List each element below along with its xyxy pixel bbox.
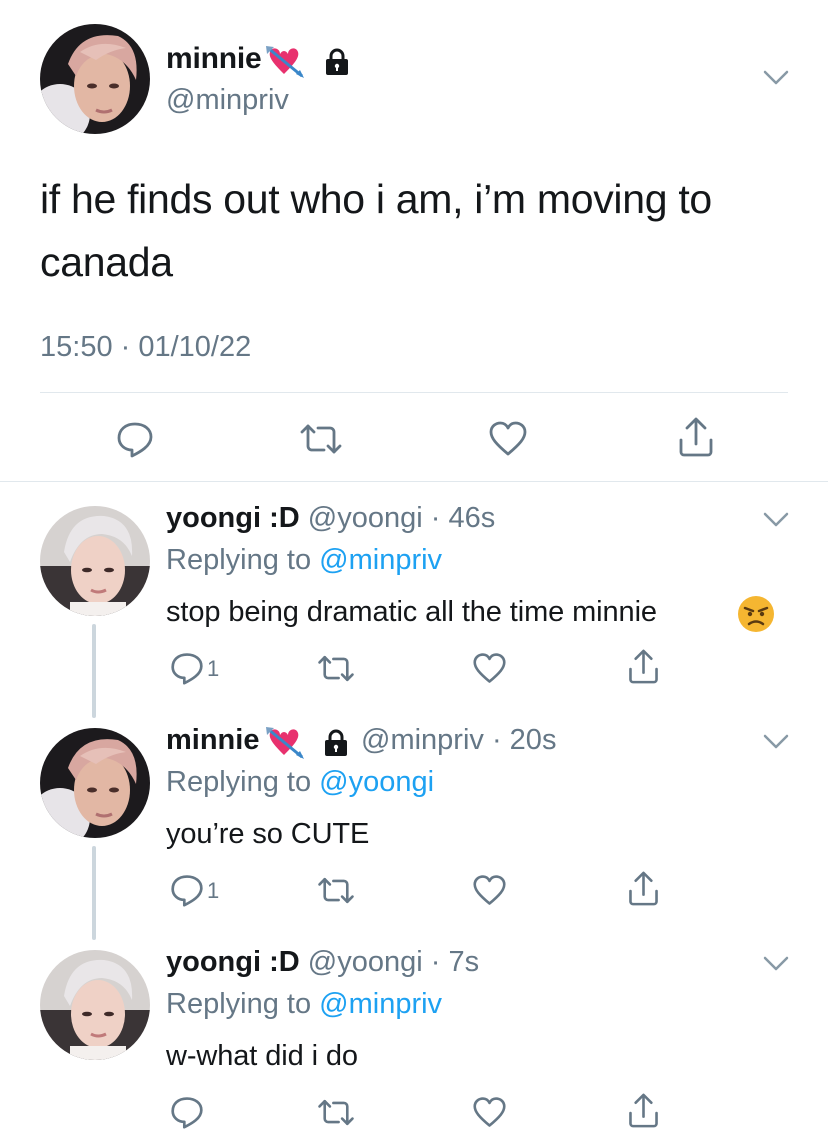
replying-to-link[interactable]: @minpriv [319, 988, 442, 1020]
reply-count: 1 [207, 656, 220, 681]
replying-to-line: Replying to @minpriv [166, 544, 443, 576]
lock-icon [321, 729, 351, 757]
replying-to-line: Replying to @yoongi [166, 766, 435, 798]
share-icon[interactable] [677, 416, 715, 458]
reply-time: · 46s [430, 502, 496, 534]
share-icon[interactable] [627, 870, 660, 907]
reply-author-handle[interactable]: @yoongi [308, 946, 423, 978]
reply-text: w-what did i do [166, 1040, 358, 1072]
main-author-name[interactable]: minnie [166, 42, 262, 76]
avatar-yoongi[interactable] [40, 506, 150, 616]
reply-2-header: minnie [166, 724, 259, 757]
reply-text: stop being dramatic all the time minnie [166, 596, 657, 628]
reply-author-handle[interactable]: @yoongi [308, 502, 423, 534]
retweet-icon[interactable] [316, 874, 356, 907]
like-icon[interactable] [488, 420, 528, 458]
reply-3-header: yoongi :D @yoongi · 7s [166, 946, 479, 979]
heart-with-arrow-icon [264, 725, 306, 761]
chevron-down-icon[interactable] [763, 956, 789, 972]
chevron-down-icon[interactable] [763, 734, 789, 750]
retweet-icon[interactable] [298, 420, 344, 458]
share-icon[interactable] [627, 648, 660, 685]
main-author-handle[interactable]: @minpriv [166, 84, 289, 117]
pouting-face-icon [736, 594, 776, 634]
replying-to-line: Replying to @minpriv [166, 988, 443, 1020]
chevron-down-icon[interactable] [763, 70, 789, 86]
thread-line [92, 624, 96, 718]
reply-author-name[interactable]: yoongi :D [166, 946, 300, 978]
replying-to-link[interactable]: @yoongi [319, 766, 434, 798]
reply-author-handle[interactable]: @minpriv [361, 724, 484, 756]
heart-with-arrow-icon [264, 44, 306, 80]
divider [40, 392, 788, 393]
avatar-minnie[interactable] [40, 728, 150, 838]
thread-line [92, 846, 96, 940]
main-tweet-text: if he finds out who i am, i’m moving to … [40, 176, 712, 285]
like-icon[interactable] [472, 652, 507, 685]
reply-1-header: yoongi :D @yoongi · 46s [166, 502, 495, 535]
lock-icon [322, 48, 352, 76]
retweet-icon[interactable] [316, 652, 356, 685]
main-tweet-timestamp: 15:50 · 01/10/22 [40, 331, 252, 363]
reply-icon[interactable] [170, 873, 204, 907]
reply-2-meta: @minpriv · 20s [361, 724, 556, 757]
like-icon[interactable] [472, 1096, 507, 1129]
share-icon[interactable] [627, 1092, 660, 1129]
retweet-icon[interactable] [316, 1096, 356, 1129]
divider [0, 481, 828, 482]
reply-icon[interactable] [170, 1095, 204, 1129]
reply-icon[interactable] [170, 651, 204, 685]
avatar-yoongi[interactable] [40, 950, 150, 1060]
reply-time: · 20s [491, 724, 557, 756]
reply-time: · 7s [430, 946, 480, 978]
reply-author-name[interactable]: yoongi :D [166, 502, 300, 534]
reply-author-name[interactable]: minnie [166, 724, 259, 756]
reply-count: 1 [207, 878, 220, 903]
avatar-minnie[interactable] [40, 24, 150, 134]
reply-text: you’re so CUTE [166, 818, 370, 850]
chevron-down-icon[interactable] [763, 512, 789, 528]
replying-to-link[interactable]: @minpriv [319, 544, 442, 576]
reply-icon[interactable] [116, 420, 154, 458]
like-icon[interactable] [472, 874, 507, 907]
